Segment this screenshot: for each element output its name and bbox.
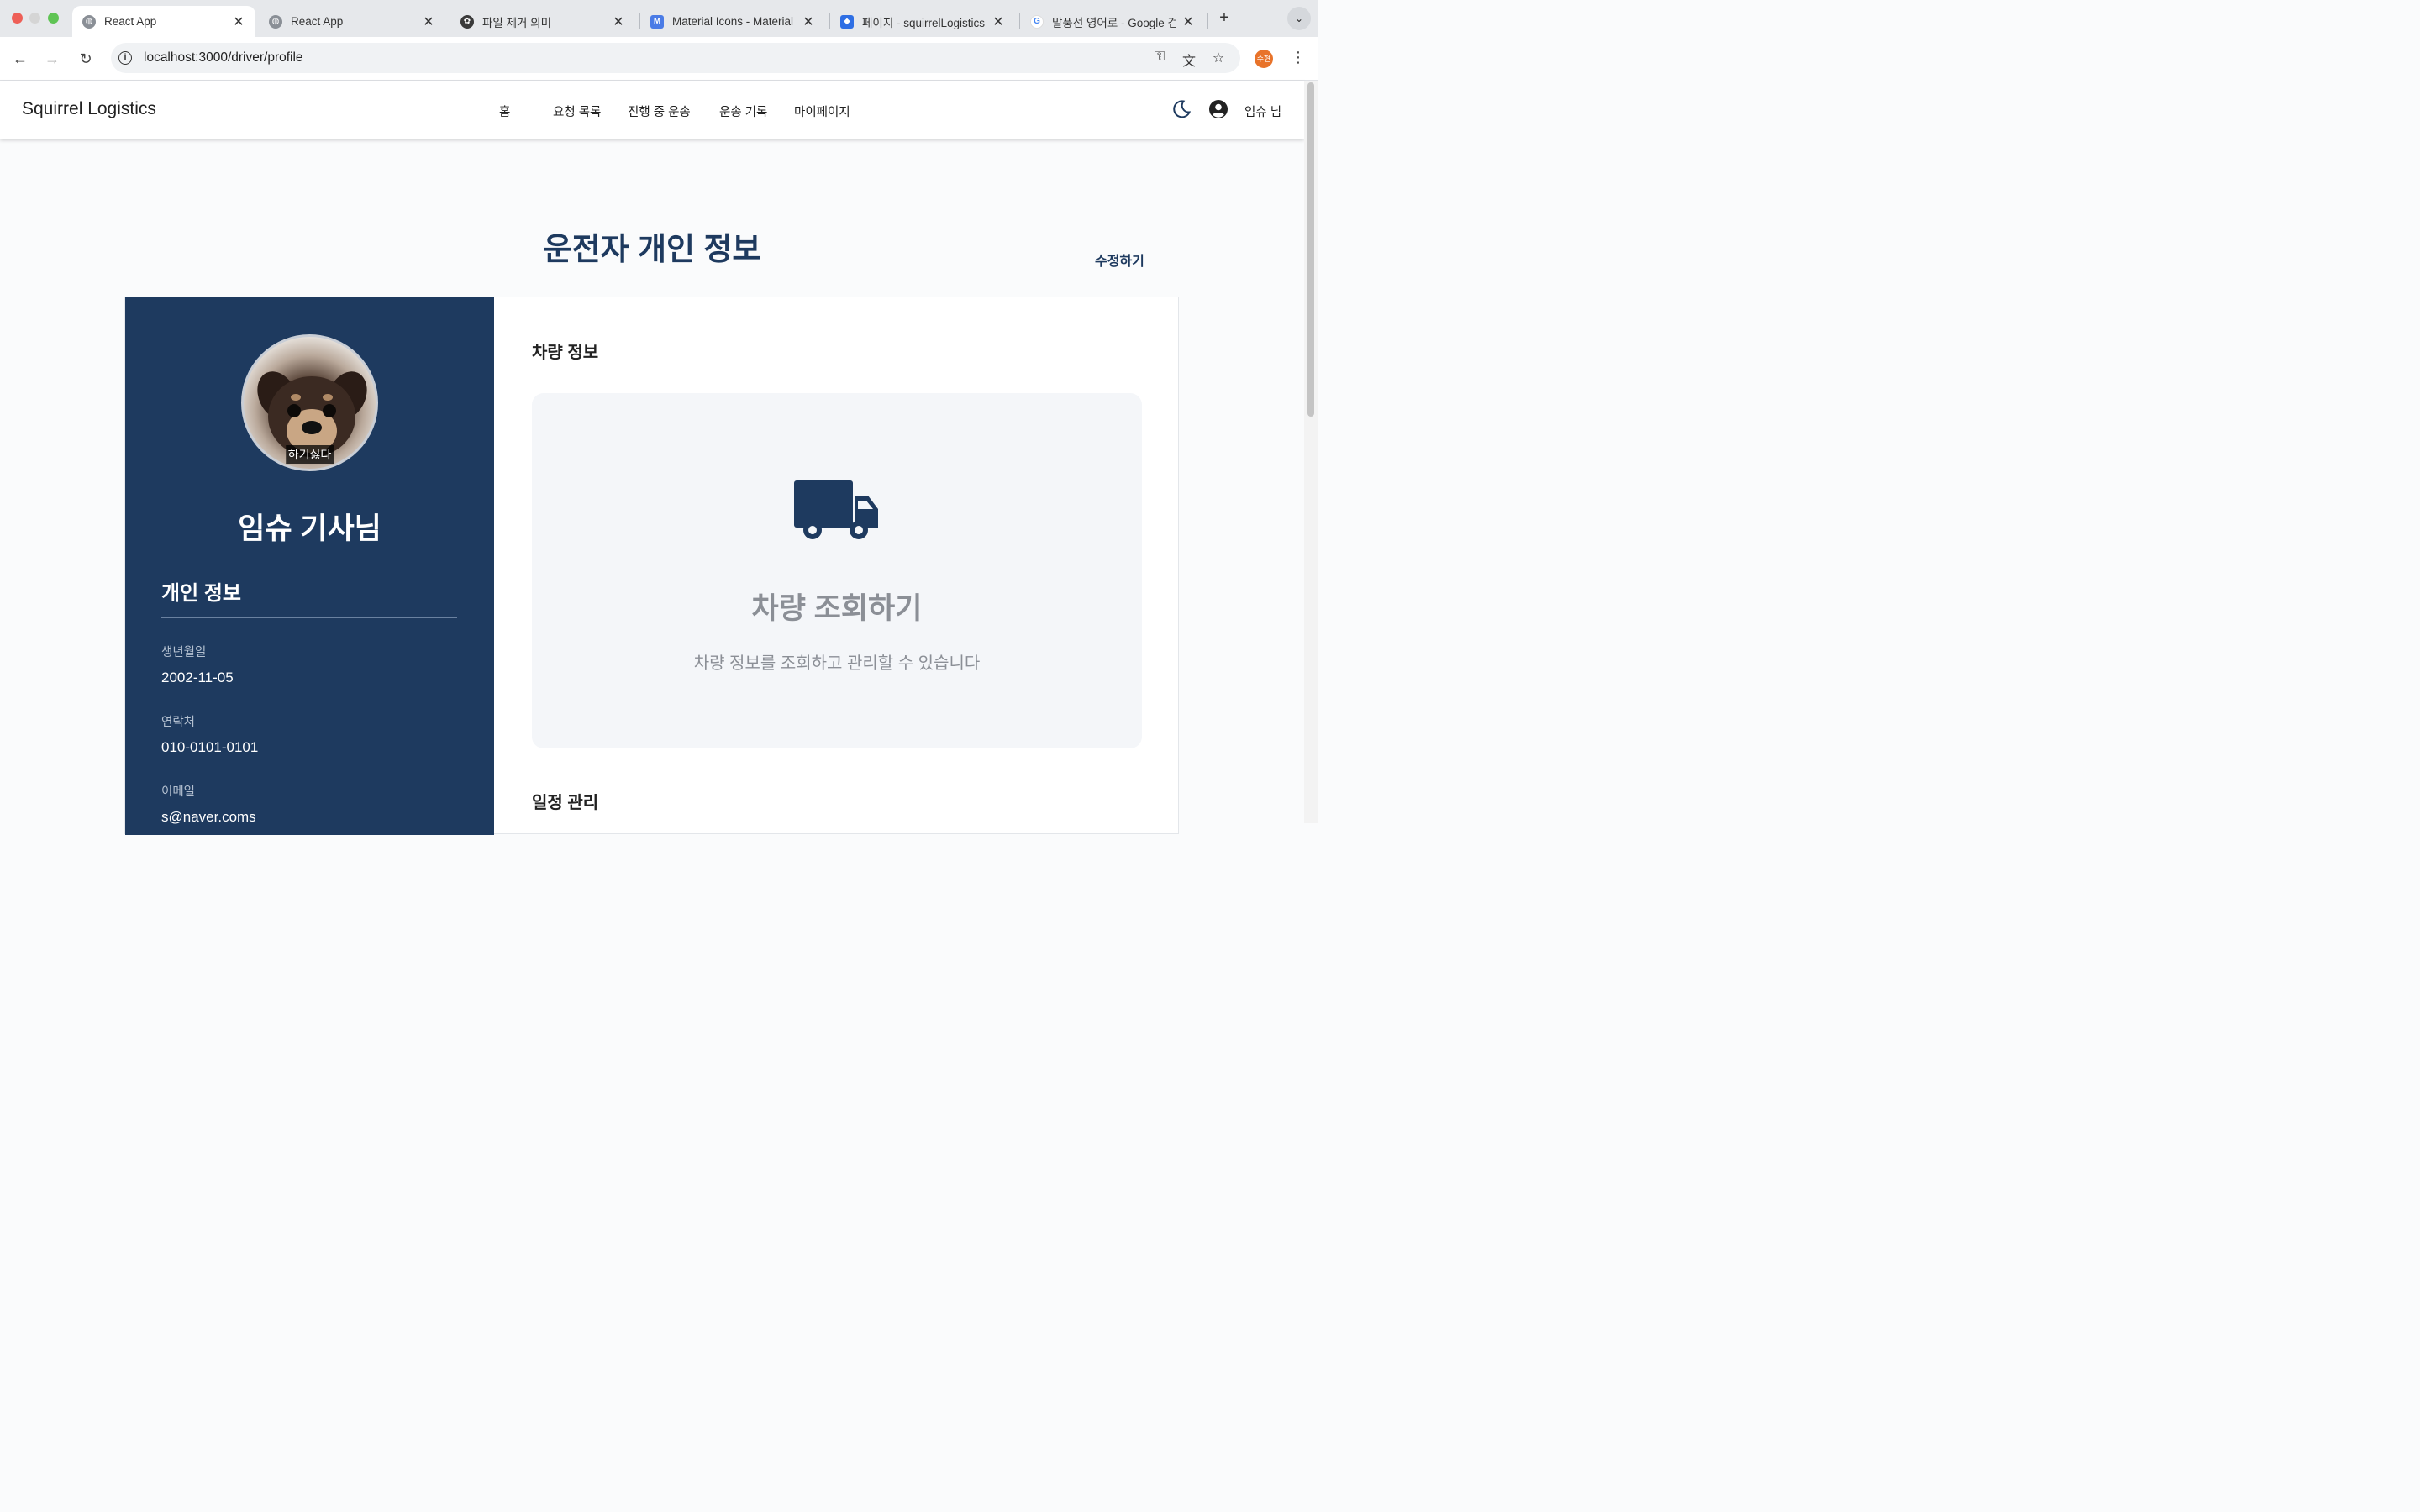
translate-icon[interactable]: 文 <box>1181 50 1197 69</box>
address-bar[interactable]: i localhost:3000/driver/profile ⚿ 文 ☆ <box>111 43 1240 73</box>
tab-title: Material Icons - Material <box>672 15 794 28</box>
new-tab-button[interactable]: + <box>1215 8 1234 27</box>
email-label: 이메일 <box>161 785 196 799</box>
material-icon: M <box>650 14 664 29</box>
account-circle-icon[interactable] <box>1208 99 1228 119</box>
driver-name: 임슈 기사님 <box>238 512 381 545</box>
window-close-button[interactable] <box>12 13 23 24</box>
personal-info-heading: 개인 정보 <box>161 582 241 605</box>
close-tab-icon[interactable]: ✕ <box>232 13 245 30</box>
browser-tab[interactable]: ◍ React App ✕ <box>72 6 255 37</box>
nav-in-progress[interactable]: 진행 중 운송 <box>628 102 691 120</box>
nav-mypage[interactable]: 마이페이지 <box>794 102 850 120</box>
phone-value: 010-0101-0101 <box>161 739 259 755</box>
browser-tab[interactable]: ◍ React App ✕ <box>259 6 445 37</box>
vehicle-lookup-title: 차량 조회하기 <box>751 592 923 625</box>
app-header: Squirrel Logistics 홈 요청 목록 진행 중 운송 운송 기록… <box>0 81 1304 139</box>
phone-label: 연락처 <box>161 716 196 729</box>
vehicle-info-heading: 차량 정보 <box>532 344 599 362</box>
openai-icon: ✿ <box>460 14 474 29</box>
window-zoom-button[interactable] <box>48 13 59 24</box>
email-value: s@naver.coms <box>161 809 256 825</box>
truck-icon <box>794 480 878 539</box>
nav-history[interactable]: 운송 기록 <box>719 102 767 120</box>
edit-profile-button[interactable]: 수정하기 <box>1095 249 1144 270</box>
browser-tab[interactable]: ◆ 페이지 - squirrelLogistics ✕ <box>830 6 1015 37</box>
tab-title: React App <box>104 15 157 28</box>
close-tab-icon[interactable]: ✕ <box>612 13 625 30</box>
key-icon[interactable]: ⚿ <box>1151 50 1168 66</box>
section-divider <box>161 617 457 618</box>
globe-icon: ◍ <box>269 14 282 29</box>
window-minimize-button[interactable] <box>29 13 40 24</box>
tab-title: 파일 제거 의미 <box>482 16 552 29</box>
browser-tab[interactable]: ✿ 파일 제거 의미 ✕ <box>450 6 635 37</box>
driver-avatar: 하기싫다 <box>241 334 378 471</box>
birthdate-value: 2002-11-05 <box>161 669 234 685</box>
scrollbar-thumb[interactable] <box>1307 82 1314 417</box>
close-tab-icon[interactable]: ✕ <box>802 13 815 30</box>
close-tab-icon[interactable]: ✕ <box>422 13 435 30</box>
google-icon: G <box>1030 14 1044 29</box>
profile-card: 하기싫다 임슈 기사님 개인 정보 생년월일 2002-11-05 연락처 01… <box>124 297 1179 835</box>
browser-menu-icon[interactable]: ⋮ <box>1291 49 1306 66</box>
browser-tab[interactable]: M Material Icons - Material ✕ <box>640 6 825 37</box>
schedule-heading: 일정 관리 <box>532 794 599 812</box>
reload-icon[interactable]: ↻ <box>76 49 96 69</box>
close-tab-icon[interactable]: ✕ <box>992 13 1005 30</box>
tab-title: React App <box>291 15 344 28</box>
nav-request-list[interactable]: 요청 목록 <box>553 102 601 120</box>
vehicle-lookup-card[interactable]: 차량 조회하기 차량 정보를 조회하고 관리할 수 있습니다 <box>532 393 1142 748</box>
close-tab-icon[interactable]: ✕ <box>1181 13 1195 30</box>
browser-tab-strip: ◍ React App ✕ ◍ React App ✕ ✿ 파일 제거 의미 ✕… <box>0 0 1318 37</box>
profile-sidebar: 하기싫다 임슈 기사님 개인 정보 생년월일 2002-11-05 연락처 01… <box>125 297 494 835</box>
jira-icon: ◆ <box>840 14 854 29</box>
brand-logo-text[interactable]: Squirrel Logistics <box>22 99 156 119</box>
tab-search-chevron-icon[interactable]: ⌄ <box>1287 7 1311 30</box>
user-greeting[interactable]: 임슈 님 <box>1244 102 1281 120</box>
back-arrow-icon[interactable]: ← <box>10 49 30 69</box>
tab-title: 페이지 - squirrelLogistics <box>862 16 986 29</box>
tab-separator <box>1207 13 1208 29</box>
site-info-icon[interactable]: i <box>118 51 132 65</box>
birthdate-label: 생년월일 <box>161 646 207 659</box>
globe-icon: ◍ <box>82 14 96 29</box>
dark-mode-moon-icon[interactable] <box>1171 99 1192 119</box>
nav-home[interactable]: 홈 <box>499 102 510 120</box>
browser-tab[interactable]: G 말풍선 영어로 - Google 검 ✕ <box>1020 6 1205 37</box>
vehicle-lookup-description: 차량 정보를 조회하고 관리할 수 있습니다 <box>693 654 981 673</box>
browser-toolbar: ← → ↻ i localhost:3000/driver/profile ⚿ … <box>0 37 1318 81</box>
url-text[interactable]: localhost:3000/driver/profile <box>144 50 303 66</box>
forward-arrow-icon[interactable]: → <box>42 49 62 69</box>
browser-profile-avatar[interactable]: 수현 <box>1255 50 1273 68</box>
bookmark-star-icon[interactable]: ☆ <box>1210 50 1227 66</box>
tab-title: 말풍선 영어로 - Google 검 <box>1052 16 1176 29</box>
avatar-caption: 하기싫다 <box>285 445 334 464</box>
